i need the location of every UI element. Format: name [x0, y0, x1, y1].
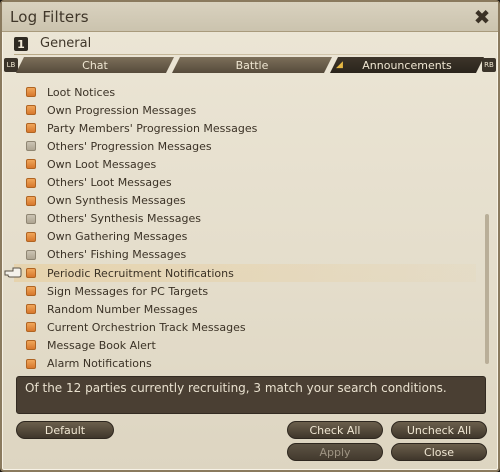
- set-number-badge: 1: [14, 37, 28, 51]
- filter-label: Party Members' Progression Messages: [47, 121, 258, 135]
- filter-checkbox[interactable]: [26, 268, 36, 278]
- apply-button[interactable]: Apply: [287, 443, 383, 461]
- filter-row[interactable]: Own Synthesis Messages: [14, 192, 476, 210]
- filter-row[interactable]: Others' Fishing Messages: [14, 246, 476, 264]
- filter-label: Sign Messages for PC Targets: [47, 284, 209, 298]
- filter-label: Loot Notices: [47, 85, 116, 99]
- filter-row[interactable]: Loot Notices: [14, 83, 476, 101]
- filter-label: Alarm Notifications: [47, 357, 152, 370]
- window-title: Log Filters: [10, 8, 89, 26]
- check-all-button[interactable]: Check All: [287, 421, 383, 439]
- filter-list: Loot Notices Own Progression Messages Part…: [2, 80, 498, 370]
- divider: [14, 54, 486, 55]
- filter-row[interactable]: Periodic Recruitment Notifications: [14, 264, 476, 282]
- close-icon[interactable]: ✖: [470, 5, 494, 29]
- title-bar: Log Filters ✖: [2, 2, 498, 32]
- active-tab-marker-icon: ◢: [336, 60, 343, 70]
- filter-row[interactable]: Own Gathering Messages: [14, 228, 476, 246]
- log-filters-window: Log Filters ✖ 1 General LB Chat Battle A…: [0, 0, 500, 472]
- filter-label: Own Gathering Messages: [47, 230, 188, 244]
- recruitment-message: Of the 12 parties currently recruiting, …: [16, 376, 486, 414]
- filter-label: Others' Progression Messages: [47, 139, 212, 153]
- tab-chat[interactable]: Chat: [16, 57, 174, 73]
- default-button[interactable]: Default: [16, 421, 114, 439]
- close-button[interactable]: Close: [391, 443, 487, 461]
- filter-checkbox[interactable]: [26, 213, 36, 224]
- filter-checkbox[interactable]: [26, 195, 36, 206]
- tab-battle[interactable]: Battle: [172, 57, 332, 73]
- filter-checkbox[interactable]: [26, 249, 36, 260]
- rb-shoulder-icon[interactable]: RB: [482, 58, 496, 72]
- uncheck-all-button[interactable]: Uncheck All: [391, 421, 487, 439]
- filter-row[interactable]: Alarm Notifications: [14, 355, 476, 370]
- lb-shoulder-icon[interactable]: LB: [4, 58, 18, 72]
- filter-row[interactable]: Current Orchestrion Track Messages: [14, 318, 476, 336]
- filter-checkbox[interactable]: [26, 322, 36, 333]
- filter-row[interactable]: Others' Synthesis Messages: [14, 210, 476, 228]
- filter-set-name[interactable]: General: [40, 36, 91, 51]
- filter-row[interactable]: Random Number Messages: [14, 300, 476, 318]
- filter-checkbox[interactable]: [26, 123, 36, 134]
- filter-checkbox[interactable]: [26, 105, 36, 116]
- filter-label: Others' Fishing Messages: [47, 248, 187, 262]
- filter-row[interactable]: Others' Loot Messages: [14, 174, 476, 192]
- filter-label: Others' Loot Messages: [47, 176, 172, 189]
- filter-checkbox[interactable]: [26, 286, 36, 297]
- filter-label: Others' Synthesis Messages: [47, 212, 201, 226]
- filter-row[interactable]: Own Loot Messages: [14, 155, 476, 173]
- filter-label: Own Loot Messages: [47, 157, 157, 171]
- filter-checkbox[interactable]: [26, 159, 36, 170]
- tab-announcements[interactable]: Announcements: [330, 57, 484, 73]
- tab-bar: LB Chat Battle Announcements ◢ RB: [2, 56, 498, 74]
- hand-pointer-icon: [4, 267, 22, 278]
- filter-row[interactable]: Own Progression Messages: [14, 101, 476, 119]
- filter-label: Message Book Alert: [47, 338, 156, 352]
- filter-checkbox[interactable]: [26, 141, 36, 152]
- filter-label: Current Orchestrion Track Messages: [47, 320, 246, 334]
- filter-label: Periodic Recruitment Notifications: [47, 266, 234, 280]
- scrollbar[interactable]: [485, 214, 489, 364]
- filter-label: Own Synthesis Messages: [47, 194, 186, 208]
- filter-row[interactable]: Sign Messages for PC Targets: [14, 282, 476, 300]
- filter-row[interactable]: Others' Progression Messages: [14, 137, 476, 155]
- filter-row[interactable]: Party Members' Progression Messages: [14, 119, 476, 137]
- filter-checkbox[interactable]: [26, 87, 36, 97]
- filter-checkbox[interactable]: [26, 304, 36, 315]
- filter-label: Own Progression Messages: [47, 103, 197, 117]
- filter-label: Random Number Messages: [47, 302, 198, 316]
- filter-checkbox[interactable]: [26, 340, 36, 351]
- filter-checkbox[interactable]: [26, 358, 36, 369]
- filter-checkbox[interactable]: [26, 177, 36, 188]
- filter-row[interactable]: Message Book Alert: [14, 336, 476, 354]
- filter-checkbox[interactable]: [26, 231, 36, 242]
